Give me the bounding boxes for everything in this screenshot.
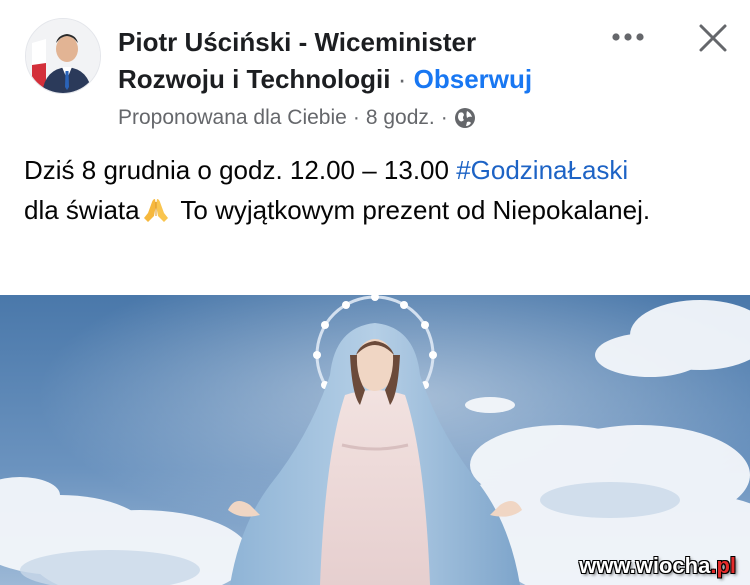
globe-icon[interactable]: [454, 107, 476, 129]
site-watermark: www.wiocha.pl: [579, 553, 736, 579]
follow-button[interactable]: Obserwuj: [414, 64, 532, 94]
meta-separator: ·: [352, 106, 360, 129]
post-meta: Proponowana dla Ciebie · 8 godz. ·: [118, 106, 476, 130]
message-text-part1: Dziś 8 grudnia o godz. 12.00 – 13.00: [24, 155, 449, 185]
close-icon: [699, 24, 727, 52]
avatar-photo: [26, 19, 100, 93]
close-post-button[interactable]: [693, 18, 733, 58]
post-timestamp[interactable]: 8 godz.: [366, 106, 435, 130]
post-header: Piotr Uściński - Wiceminister Rozwoju i …: [0, 0, 750, 145]
hashtag-link[interactable]: #GodzinaŁaski: [456, 155, 628, 185]
more-horizontal-icon: [612, 33, 644, 41]
suggested-label: Proponowana dla Ciebie: [118, 106, 347, 129]
message-text-part2: dla świata: [24, 195, 140, 225]
meta-separator: ·: [440, 106, 448, 129]
folded-hands-icon: [142, 195, 170, 223]
author-avatar[interactable]: [25, 18, 101, 94]
message-text-part3: To wyjątkowym prezent od Niepokalanej.: [180, 195, 651, 225]
watermark-suffix: .pl: [710, 553, 736, 578]
post-image[interactable]: www.wiocha.pl: [0, 295, 750, 585]
more-options-button[interactable]: [608, 22, 648, 52]
title-separator: ·: [397, 64, 407, 94]
author-line: Piotr Uściński - Wiceminister Rozwoju i …: [118, 24, 588, 98]
statue-of-mary-image: [0, 295, 750, 585]
watermark-main: www.wiocha: [579, 553, 711, 578]
post-message: Dziś 8 grudnia o godz. 12.00 – 13.00 #Go…: [24, 150, 724, 230]
